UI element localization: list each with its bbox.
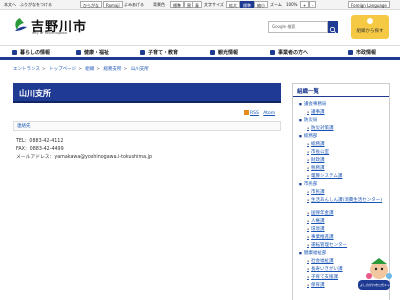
house-icon [12,50,17,55]
breadcrumb-current: 山川支所 [130,67,149,72]
nav-label: 暮らしの情報 [20,50,51,56]
zoom-value: 100% [286,2,298,7]
atom-link[interactable]: Atom [263,111,275,116]
sidebar-category[interactable]: 防災局 [299,117,318,123]
sidebar-item[interactable]: 議事課 [307,109,325,115]
breadcrumb-link[interactable]: 組織 [85,67,94,72]
city-logo-icon[interactable] [12,17,28,33]
mascot-balloon-text: よしのがわ市公式キャラ [360,283,394,287]
nav-item-childcare[interactable]: 子育て・教育 [140,49,178,58]
sidebar-category[interactable]: 健康福祉部 [299,250,327,256]
nav-label: 事業者の方へ [278,50,309,56]
bg-blue-button[interactable]: 青 [192,1,202,8]
feed-links: RSS Atom [244,110,278,116]
sidebar-item[interactable]: 長寿いきがい課 [307,266,343,272]
sidebar-category[interactable]: 市民部 [299,181,318,187]
font-shrink-button[interactable]: 縮小 [254,1,268,8]
search-icon [329,26,337,34]
global-nav: 暮らしの情報 健康・福祉 子育て・教育 観光情報 事業者の方へ 市政情報 [0,45,400,60]
contact-heading-box: 連絡先 [13,121,281,131]
breadcrumb: エントランス > トップページ > 組織 > 総務支所 > 山川支所 [13,67,149,72]
sidebar-item[interactable]: 社会福祉課 [307,258,334,264]
font-standard-button[interactable]: 標準 [240,1,254,8]
hiragana-button[interactable]: ひらがな [80,1,102,8]
rss-icon [244,110,249,115]
sidebar-heading: 組織一覧 [297,89,320,95]
cityhall-icon [348,50,353,55]
rss-link[interactable]: RSS [250,111,259,116]
camera-icon [210,50,215,55]
sidebar-category[interactable]: 議会事務局 [299,101,327,107]
breadcrumb-link[interactable]: エントランス [13,67,40,72]
sidebar-item[interactable]: 市長公室 [307,149,329,155]
read-aloud-button[interactable]: よみあげる [124,1,144,8]
email-address[interactable]: メールアドレス：yamakawa@yoshinogawa.i-tokushima… [16,153,152,160]
nav-label: 市政情報 [356,50,377,56]
nav-label: 子育て・教育 [148,50,179,56]
sidebar-item[interactable]: 生活あんしん課(消費生活センター) [307,197,385,203]
nav-item-living[interactable]: 暮らしの情報 [12,49,50,58]
nav-label: 健康・福祉 [84,50,110,56]
nav-item-health[interactable]: 健康・福祉 [76,49,109,58]
sidebar-item[interactable]: 電算システム課 [307,173,342,179]
skip-to-content-link[interactable]: 本文へ [4,1,16,8]
breadcrumb-link[interactable]: 総務支所 [104,67,122,72]
org-search-label: 組織から探す [356,29,384,34]
site-subtitle: City of Yoshinogawa [32,31,68,35]
nav-item-business[interactable]: 事業者の方へ [270,49,308,58]
sidebar-item[interactable]: 人権課 [307,218,325,224]
sidebar-item[interactable]: 保育課 [307,282,325,288]
phone-number: TEL：0883-42-4112 [16,139,64,144]
heart-icon [76,50,81,55]
search-button[interactable] [328,21,338,34]
font-size-label: 文字サイズ [204,2,224,7]
sidebar-category[interactable]: 総務部 [299,133,318,139]
contact-heading: 連絡先 [17,124,31,129]
breadcrumb-link[interactable]: トップページ [49,67,76,72]
sidebar-item[interactable]: 事業推進課 [307,234,334,240]
nav-item-cityhall[interactable]: 市政情報 [348,49,376,58]
sidebar-item[interactable]: 市民課 [307,189,325,195]
page-title-bar: 山川支所 [13,83,281,103]
zoom-label: ズーム [270,2,282,7]
foreign-language-button[interactable]: Foreign Language [348,1,390,8]
nav-item-tourism[interactable]: 観光情報 [210,49,238,58]
page-title: 山川支所 [19,89,51,98]
utility-bar: 本文へ ふりがなをつける ひらがな Romaji よみあげる 背景色 標準 黒 … [0,0,400,10]
child-icon [140,50,145,55]
search-input[interactable]: Google 検索 [268,21,328,33]
org-search-button[interactable]: 組織から探す [351,15,389,39]
sidebar-item[interactable]: 税務課 [307,165,325,171]
sidebar-item[interactable]: 運転管理センター [307,242,347,248]
fax-number: FAX：0883-42-4499 [16,147,64,152]
romaji-button[interactable]: Romaji [103,1,123,8]
sidebar-item[interactable]: 子育て支援課 [307,274,338,280]
person-icon [367,18,373,24]
furigana-label: ふりがなをつける [20,2,52,7]
nav-label: 観光情報 [218,50,239,56]
sidebar-item[interactable]: 財政課 [307,157,325,163]
sidebar-divider [293,96,389,97]
building-icon [270,50,275,55]
zoom-in-button[interactable]: + [300,1,310,8]
sidebar-item[interactable]: 防災対策課 [307,125,334,131]
bg-color-label: 背景色 [153,2,165,7]
font-enlarge-button[interactable]: 拡大 [226,1,240,8]
sidebar-item[interactable]: 環境課 [307,226,325,232]
bg-standard-button[interactable]: 標準 [170,1,184,8]
sidebar-item[interactable]: 総務課 [307,141,325,147]
zoom-out-button[interactable]: - [309,1,317,8]
mascot-balloon[interactable]: よしのがわ市公式キャラ [358,280,394,290]
sidebar-item[interactable]: 国保年金課 [307,210,334,216]
